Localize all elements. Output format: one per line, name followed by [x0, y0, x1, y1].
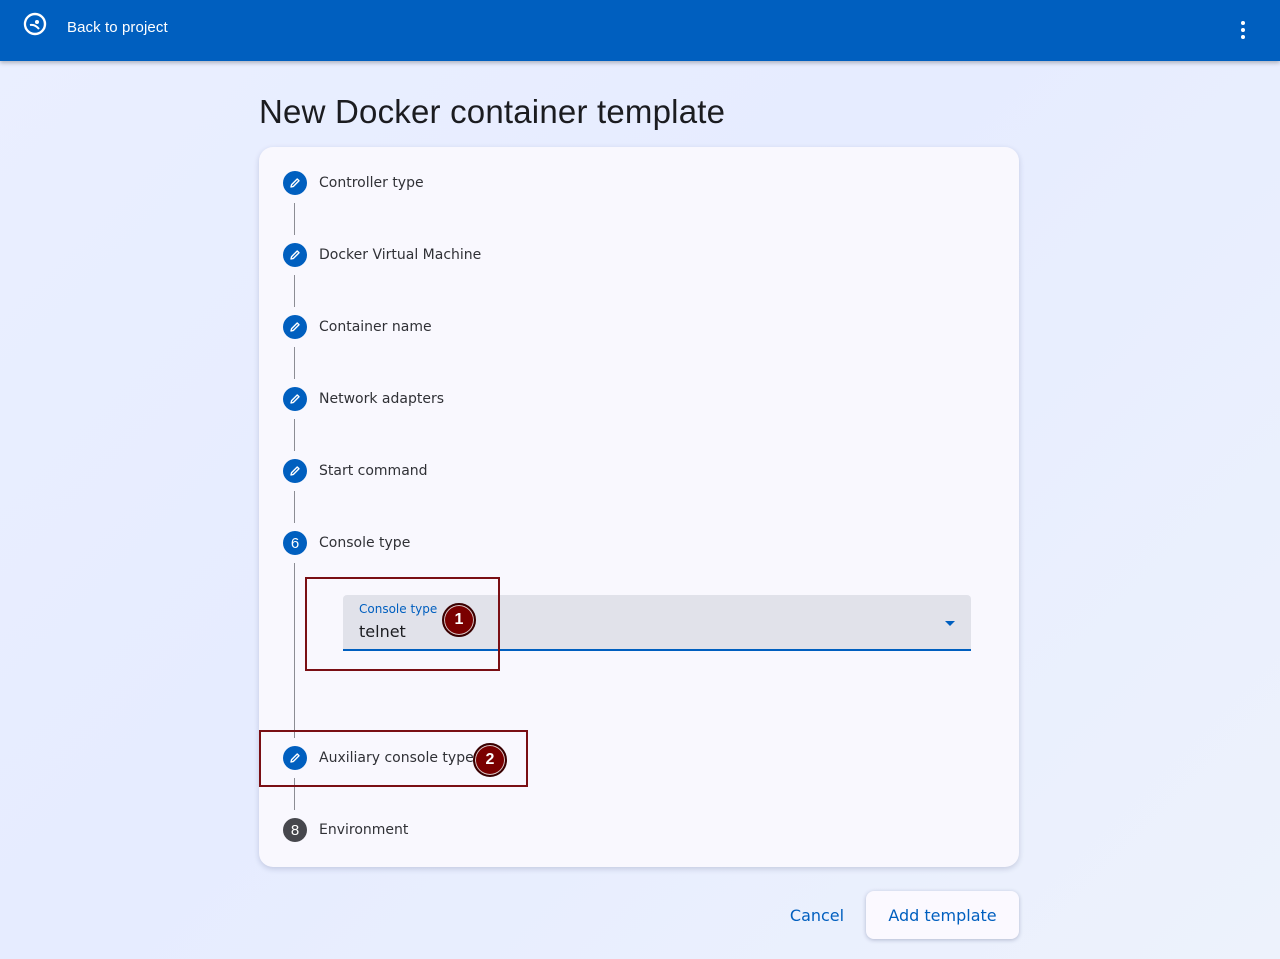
step-label: Environment: [319, 822, 409, 838]
step-label: Controller type: [319, 175, 424, 191]
step-connector: [294, 347, 295, 379]
step-console-type[interactable]: 6 Console type: [283, 531, 410, 555]
step-connector: [294, 419, 295, 451]
step-label: Start command: [319, 463, 428, 479]
step-controller-type[interactable]: Controller type: [283, 171, 424, 195]
edit-icon: [283, 315, 307, 339]
page-title: New Docker container template: [259, 93, 726, 130]
step-label: Container name: [319, 319, 432, 335]
step-label: Docker Virtual Machine: [319, 247, 482, 263]
step-connector: [294, 203, 295, 235]
add-template-button[interactable]: Add template: [866, 891, 1019, 939]
edit-icon: [283, 171, 307, 195]
step-network-adapters[interactable]: Network adapters: [283, 387, 444, 411]
gns3-logo-icon[interactable]: [22, 11, 48, 37]
edit-icon: [283, 459, 307, 483]
step-number-badge: 8: [283, 818, 307, 842]
step-connector: [294, 563, 295, 738]
edit-icon: [283, 243, 307, 267]
annotation-marker: 1: [442, 603, 476, 637]
edit-icon: [283, 387, 307, 411]
step-start-command[interactable]: Start command: [283, 459, 428, 483]
annotation-marker: 2: [473, 743, 507, 777]
step-docker-vm[interactable]: Docker Virtual Machine: [283, 243, 481, 267]
cancel-button[interactable]: Cancel: [771, 891, 863, 939]
step-label: Network adapters: [319, 391, 444, 407]
more-vert-icon[interactable]: [1230, 18, 1256, 42]
dropdown-arrow-icon: [945, 621, 955, 626]
step-container-name[interactable]: Container name: [283, 315, 432, 339]
step-label: Console type: [319, 535, 411, 551]
back-to-project-link[interactable]: Back to project: [67, 19, 168, 36]
step-number-badge: 6: [283, 531, 307, 555]
step-connector: [294, 275, 295, 307]
step-environment[interactable]: 8 Environment: [283, 818, 408, 842]
step-connector: [294, 491, 295, 523]
top-app-bar: Back to project: [0, 0, 1280, 61]
